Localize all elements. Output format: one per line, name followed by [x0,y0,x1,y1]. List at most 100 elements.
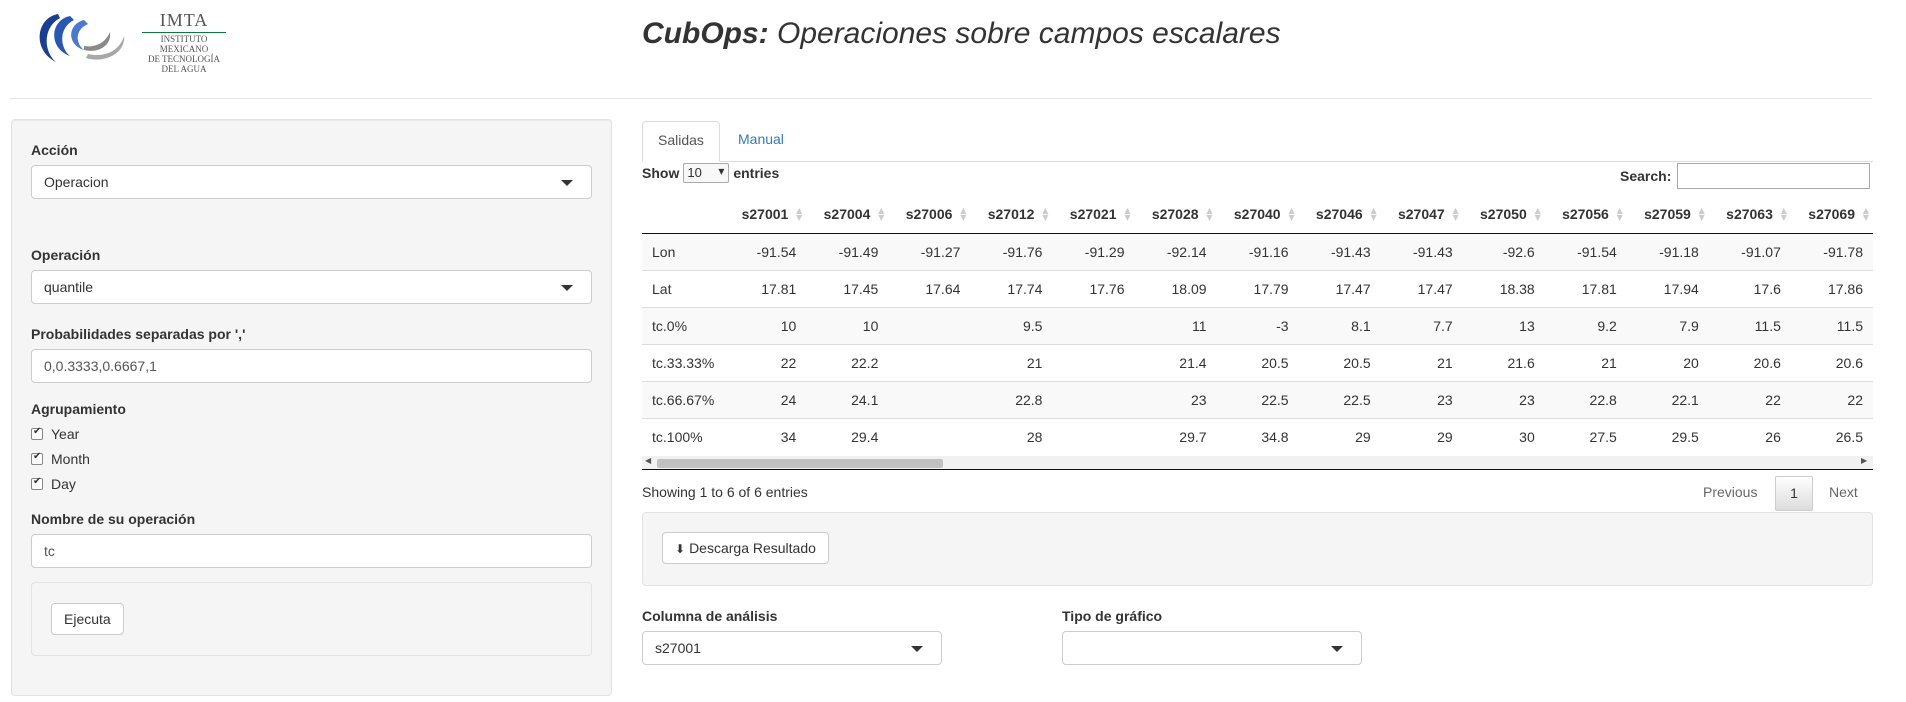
tabs-divider [642,161,1873,162]
table-cell: 17.45 [806,269,889,307]
operacion-select[interactable]: quantile [31,270,592,304]
column-header[interactable]: s27028 ▲ ▼ [1134,195,1217,234]
app-title: CubOps: Operaciones sobre campos escalar… [642,17,1281,51]
scroll-right-icon[interactable]: ▶ [1861,456,1867,465]
checkbox-day[interactable]: Day [31,476,76,492]
column-header[interactable]: s27046 ▲ ▼ [1298,195,1381,234]
table-cell [888,417,971,455]
accion-select-value: Operacion [44,174,109,190]
table-cell: 21 [1544,343,1627,381]
table-cell: 23 [1380,380,1463,418]
table-cell: 24 [724,380,807,418]
column-header[interactable]: s27004 ▲ ▼ [806,195,889,234]
sort-icon: ▲ ▼ [1452,206,1459,222]
search-label: Search: [1620,168,1672,184]
column-header[interactable]: s27059 ▲ ▼ [1626,195,1709,234]
probabilidades-input[interactable]: 0,0.3333,0.6667,1 [31,349,592,383]
table-cell: 9.5 [970,306,1053,344]
column-header[interactable]: s27040 ▲ ▼ [1216,195,1299,234]
nombre-input[interactable]: tc [31,534,592,568]
results-table-wrapper: s27001 ▲ ▼ s27004 ▲ ▼ s27006 ▲ ▼ s27012 ▲ ▼ s270… [642,195,1873,471]
chevron-down-icon [1331,646,1343,652]
pagination-page-1[interactable]: 1 [1775,476,1813,511]
table-cell: -3 [1216,306,1299,344]
tab-manual[interactable]: Manual [723,121,799,162]
scrollbar-thumb[interactable] [657,459,943,468]
checkbox-month[interactable]: Month [31,451,90,467]
table-cell: 17.76 [1052,269,1135,307]
table-cell: 29.5 [1626,417,1709,455]
table-cell: 23 [1462,380,1545,418]
logo-subtitle-3: DEL AGUA [161,64,207,74]
table-cell: 22 [724,343,807,381]
column-header[interactable]: s27063 ▲ ▼ [1708,195,1791,234]
logo-name: IMTA [159,10,209,30]
pagination-next[interactable]: Next [1829,484,1858,500]
sort-icon: ▲ ▼ [1124,206,1131,222]
table-cell: -91.54 [1544,232,1627,270]
descarga-button[interactable]: ⬇ Descarga Resultado [662,532,829,564]
table-cell: 21 [970,343,1053,381]
table-cell [1052,417,1135,455]
table-cell: 10 [806,306,889,344]
column-header[interactable]: s27012 ▲ ▼ [970,195,1053,234]
table-cell: 34 [724,417,807,455]
table-cell: 11.5 [1790,306,1873,344]
operacion-label: Operación [31,247,101,263]
app-title-bold: CubOps: [642,17,769,50]
column-header[interactable]: s27050 ▲ ▼ [1462,195,1545,234]
checkbox-checked-icon[interactable] [31,476,43,490]
entries-label: entries [733,165,780,181]
search-control: Search: [1620,163,1871,189]
column-header[interactable]: s27001 ▲ ▼ [724,195,807,234]
logo-subtitle-2: DE TECNOLOGÍA [147,54,221,64]
table-cell: -92.6 [1462,232,1545,270]
table-cell: 21.6 [1462,343,1545,381]
table-cell: 10 [724,306,807,344]
table-cell: 22.8 [1544,380,1627,418]
probabilidades-label: Probabilidades separadas por ',' [31,326,246,342]
table-cell: -91.43 [1298,232,1381,270]
table-cell: -91.18 [1626,232,1709,270]
show-label: Show [642,165,680,181]
checkbox-month-label: Month [51,451,90,467]
entries-length-select[interactable]: 10 [683,163,730,183]
table-cell: 17.94 [1626,269,1709,307]
table-cell: 20 [1626,343,1709,381]
table-row: Lon -91.54 -91.49 -91.27 -91.76 -91.29 -92.14-… [642,232,1873,270]
table-cell: 22.8 [970,380,1053,418]
column-header[interactable]: s27069 ▲ ▼ [1790,195,1873,234]
tipo-label: Tipo de gráfico [1062,608,1163,624]
tab-salidas[interactable]: Salidas [642,121,720,162]
columna-select[interactable]: s27001 [642,631,942,665]
column-header[interactable]: s27056 ▲ ▼ [1544,195,1627,234]
column-header[interactable]: s27021 ▲ ▼ [1052,195,1135,234]
table-cell: -91.07 [1708,232,1791,270]
table-cell: 11.5 [1708,306,1791,344]
accion-select[interactable]: Operacion [31,165,592,199]
logo-subtitle-1: INSTITUTO MEXICANO [159,34,209,54]
operacion-select-value: quantile [44,279,94,295]
table-cell: 7.7 [1380,306,1463,344]
column-header-rowname[interactable] [642,195,725,234]
sort-icon: ▲ ▼ [1370,206,1377,222]
tipo-select[interactable] [1062,631,1362,665]
ejecuta-button[interactable]: Ejecuta [51,603,124,635]
table-cell: 22 [1790,380,1873,418]
table-cell: -91.54 [724,232,807,270]
sort-icon: ▲ ▼ [1288,206,1295,222]
accion-label: Acción [31,142,78,158]
pagination-previous[interactable]: Previous [1703,484,1757,500]
checkbox-checked-icon[interactable] [31,426,43,440]
column-header[interactable]: s27047 ▲ ▼ [1380,195,1463,234]
chevron-down-icon [561,285,573,291]
table-cell: 26.5 [1790,417,1873,455]
table-body: Lon -91.54 -91.49 -91.27 -91.76 -91.29 -92.14-… [642,232,1873,455]
checkbox-checked-icon[interactable] [31,451,43,465]
scroll-left-icon[interactable]: ◀ [645,456,651,465]
search-input[interactable] [1677,163,1871,189]
row-label-cell: tc.33.33% [642,343,725,381]
row-label-cell: tc.0% [642,306,725,344]
column-header[interactable]: s27006 ▲ ▼ [888,195,971,234]
checkbox-year[interactable]: Year [31,426,79,442]
